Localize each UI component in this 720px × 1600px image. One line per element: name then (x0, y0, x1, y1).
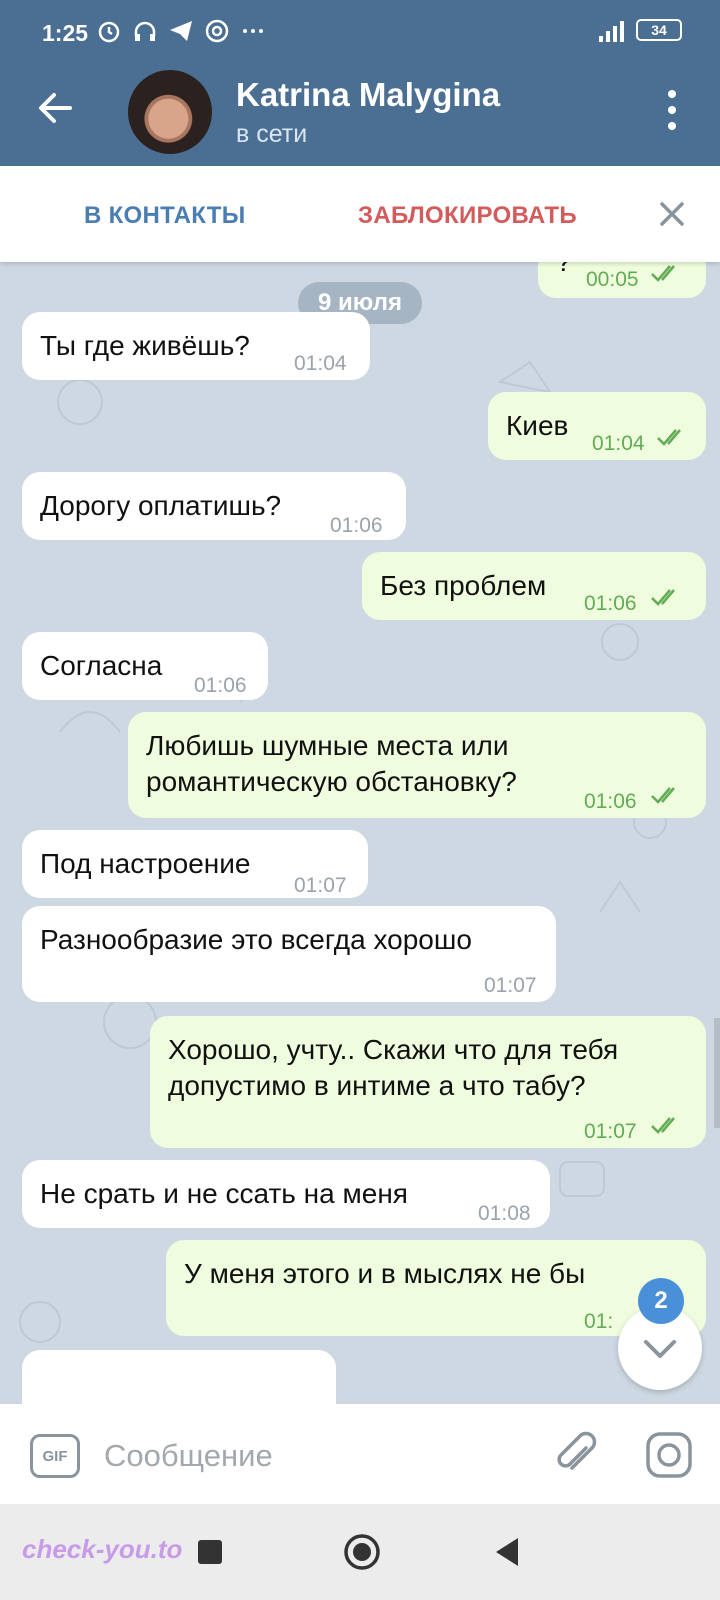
status-time: 1:25 (42, 20, 89, 46)
home-icon[interactable] (342, 1532, 382, 1572)
message-text-line: Любишь шумные места или (146, 730, 509, 761)
message-time: 01:04 (294, 352, 347, 375)
message-time: 01: (584, 1310, 614, 1333)
contact-name[interactable]: Katrina Malygina (236, 76, 500, 114)
camera-icon[interactable] (644, 1430, 694, 1480)
message-time: 01:07 (484, 974, 537, 997)
message-list[interactable]: ? 00:05 9 июля Ты где живёшь? 01:04 Киев… (0, 262, 720, 1404)
message-input[interactable] (104, 1432, 504, 1480)
message-text: Без проблем (380, 570, 547, 601)
message-text: Дорогу оплатишь? (40, 490, 282, 521)
message-text: ? (556, 262, 572, 280)
block-button[interactable]: ЗАБЛОКИРОВАТЬ (358, 202, 577, 230)
telegram-icon (168, 18, 194, 44)
message-text: Киев (506, 410, 569, 441)
system-status: 34 (599, 18, 682, 42)
outgoing-message[interactable]: Без проблем 01:06 (362, 552, 706, 620)
avatar[interactable] (128, 70, 212, 154)
alarm-icon (96, 18, 122, 44)
message-time: 01:08 (478, 1202, 531, 1225)
back-arrow-icon[interactable] (34, 86, 78, 130)
message-composer: GIF (0, 1404, 720, 1504)
watermark-text: check-you.to (22, 1534, 183, 1564)
outgoing-message[interactable]: ? 00:05 (538, 262, 706, 298)
incoming-message[interactable]: Под настроение 01:07 (22, 830, 368, 898)
headphones-icon (132, 18, 158, 44)
message-time: 01:07 (294, 874, 347, 897)
message-text: Ты где живёшь? (40, 330, 250, 361)
close-icon[interactable] (654, 196, 690, 232)
message-text-line: Хорошо, учту.. Скажи что для тебя (168, 1034, 619, 1065)
paperclip-icon[interactable] (552, 1430, 602, 1480)
signal-icon (599, 18, 624, 42)
message-text-line: допустимо в интиме а что табу? (168, 1070, 586, 1101)
contact-action-bar: В КОНТАКТЫ ЗАБЛОКИРОВАТЬ (0, 166, 720, 262)
outgoing-message[interactable]: Хорошо, учту.. Скажи что для тебя допуст… (150, 1016, 706, 1148)
message-text: Согласна (40, 650, 163, 681)
scrollbar[interactable] (714, 1018, 720, 1128)
battery-icon: 34 (636, 19, 682, 41)
more-vert-icon[interactable] (662, 90, 682, 130)
message-text: У меня этого и в мыслях не бы (184, 1258, 586, 1289)
message-time: 01:06 (330, 514, 383, 537)
contact-status: в сети (236, 120, 308, 148)
message-text: Разнообразие это всегда хорошо (40, 924, 472, 955)
more-notifications-icon (240, 18, 266, 44)
read-ticks-icon (651, 589, 675, 606)
message-time: 01:04 (592, 432, 645, 455)
unread-badge: 2 (638, 1278, 684, 1324)
add-contact-button[interactable]: В КОНТАКТЫ (84, 202, 246, 230)
incoming-message-partial[interactable] (22, 1350, 336, 1404)
recent-apps-icon[interactable] (198, 1540, 222, 1564)
read-ticks-icon (651, 265, 675, 282)
notification-icons (96, 18, 266, 44)
outgoing-message[interactable]: Любишь шумные места или романтическую об… (128, 712, 706, 818)
incoming-message[interactable]: Ты где живёшь? 01:04 (22, 312, 370, 380)
status-bar: 1:25 34 (0, 0, 720, 56)
message-time: 00:05 (586, 268, 639, 291)
back-triangle-icon[interactable] (492, 1534, 522, 1570)
chat-header: Katrina Malygina в сети (0, 56, 720, 166)
message-time: 01:06 (584, 592, 637, 615)
incoming-message[interactable]: Дорогу оплатишь? 01:06 (22, 472, 406, 540)
at-icon (204, 18, 230, 44)
gif-button[interactable]: GIF (30, 1434, 80, 1478)
message-text: Не срать и не ссать на меня (40, 1178, 408, 1209)
message-time: 01:07 (584, 1120, 637, 1143)
incoming-message[interactable]: Не срать и не ссать на меня 01:08 (22, 1160, 550, 1228)
system-navigation-bar: check-you.to (0, 1504, 720, 1600)
read-ticks-icon (651, 787, 675, 804)
message-time: 01:06 (194, 674, 247, 697)
read-ticks-icon (657, 429, 681, 446)
message-text: Под настроение (40, 848, 251, 879)
incoming-message[interactable]: Согласна 01:06 (22, 632, 268, 700)
incoming-message[interactable]: Разнообразие это всегда хорошо 01:07 (22, 906, 556, 1002)
message-time: 01:06 (584, 790, 637, 813)
outgoing-message[interactable]: Киев 01:04 (488, 392, 706, 460)
read-ticks-icon (651, 1117, 675, 1134)
